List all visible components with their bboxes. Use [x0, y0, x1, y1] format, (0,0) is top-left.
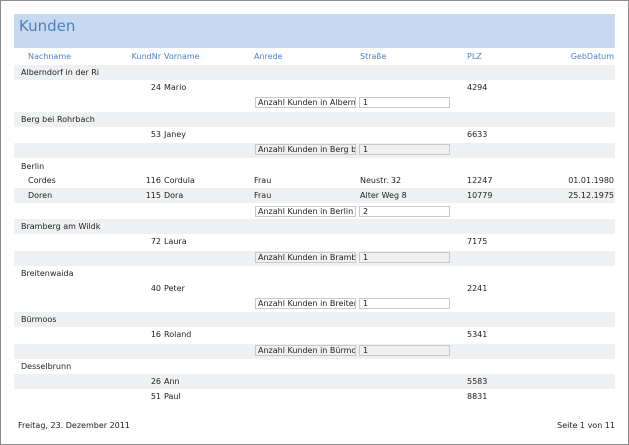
table-row: 53 Janey 6633 [14, 127, 615, 142]
cell-kundnr: 53 [150, 130, 161, 139]
cell-gebdatum: 01.01.1980 [568, 176, 614, 185]
col-header-strasse: Straße [360, 52, 387, 61]
group-summary-row: Anzahl Kunden in Berg bei Ro 1 [14, 143, 615, 158]
cell-nachname: Doren [28, 191, 53, 200]
summary-value: 1 [359, 252, 450, 263]
group-header-row: Bramberg am Wildk [14, 219, 615, 234]
cell-plz: 10779 [467, 191, 493, 200]
summary-label: Anzahl Kunden in Breitenwaid [255, 298, 356, 309]
group-ort: Bürmoos [21, 315, 57, 324]
group-header-row: Berlin [14, 159, 615, 174]
cell-plz: 8831 [467, 392, 488, 401]
group-ort: Breitenwaida [21, 269, 74, 278]
summary-label: Anzahl Kunden in Alberndorf i [255, 97, 356, 108]
cell-kundnr: 116 [145, 176, 161, 185]
footer-date: Freitag, 23. Dezember 2011 [18, 421, 130, 430]
cell-vorname: Paul [164, 392, 181, 401]
cell-plz: 5583 [467, 377, 488, 386]
cell-anrede: Frau [254, 176, 272, 185]
table-row: Cordes 116 Cordula Frau Neustr. 32 12247… [14, 173, 615, 188]
report-header: Kunden [14, 14, 615, 48]
cell-strasse: Alter Weg 8 [360, 191, 407, 200]
group-ort: Bramberg am Wildk [21, 222, 101, 231]
cell-kundnr: 51 [150, 392, 161, 401]
cell-vorname: Janey [164, 130, 186, 139]
col-header-gebdatum: GebDatum [570, 52, 614, 61]
cell-kundnr: 26 [150, 377, 161, 386]
cell-plz: 6633 [467, 130, 488, 139]
group-ort: Berg bei Rohrbach [21, 115, 95, 124]
group-header-row: Breitenwaida [14, 266, 615, 281]
report-page: Kunden Nachname KundNr Vorname Anrede St… [0, 0, 629, 445]
summary-value: 1 [359, 144, 450, 155]
cell-strasse: Neustr. 32 [360, 176, 402, 185]
col-header-vorname: Vorname [164, 52, 200, 61]
cell-kundnr: 40 [150, 284, 161, 293]
cell-kundnr: 24 [150, 83, 161, 92]
table-row: 51 Paul 8831 [14, 389, 615, 404]
cell-vorname: Roland [164, 330, 192, 339]
summary-label: Anzahl Kunden in Bürmoos [255, 345, 356, 356]
cell-vorname: Laura [164, 237, 187, 246]
cell-vorname: Ann [164, 377, 180, 386]
summary-value: 1 [359, 345, 450, 356]
group-header-row: Bürmoos [14, 312, 615, 327]
group-header-row: Alberndorf in der Ri [14, 65, 615, 80]
summary-value: 2 [359, 206, 450, 217]
summary-value: 1 [359, 298, 450, 309]
group-ort: Desselbrunn [21, 362, 72, 371]
group-header-row: Desselbrunn [14, 359, 615, 374]
cell-plz: 5341 [467, 330, 488, 339]
summary-value: 1 [359, 97, 450, 108]
table-row: 24 Mario 4294 [14, 80, 615, 95]
summary-label: Anzahl Kunden in Berlin [255, 206, 356, 217]
table-row: Doren 115 Dora Frau Alter Weg 8 10779 25… [14, 188, 615, 203]
group-summary-row: Anzahl Kunden in Bürmoos 1 [14, 344, 615, 359]
cell-plz: 2241 [467, 284, 488, 293]
col-header-nachname: Nachname [28, 52, 72, 61]
col-header-kundnr: KundNr [131, 52, 161, 61]
table-row: 26 Ann 5583 [14, 374, 615, 389]
cell-gebdatum: 25.12.1975 [568, 191, 614, 200]
cell-vorname: Dora [164, 191, 184, 200]
summary-label: Anzahl Kunden in Berg bei Ro [255, 144, 356, 155]
cell-kundnr: 72 [150, 237, 161, 246]
cell-kundnr: 16 [150, 330, 161, 339]
cell-vorname: Peter [164, 284, 185, 293]
group-summary-row: Anzahl Kunden in Breitenwaid 1 [14, 297, 615, 312]
col-header-plz: PLZ [467, 52, 482, 61]
cell-nachname: Cordes [28, 176, 56, 185]
cell-vorname: Mario [164, 83, 187, 92]
summary-label: Anzahl Kunden in Bramberg a [255, 252, 356, 263]
group-header-row: Berg bei Rohrbach [14, 112, 615, 127]
cell-anrede: Frau [254, 191, 272, 200]
table-row: 40 Peter 2241 [14, 281, 615, 296]
report-title: Kunden [19, 17, 76, 35]
group-summary-row: Anzahl Kunden in Alberndorf i 1 [14, 96, 615, 111]
group-ort: Berlin [21, 162, 45, 171]
cell-kundnr: 115 [145, 191, 161, 200]
cell-vorname: Cordula [164, 176, 195, 185]
footer-page-number: Seite 1 von 11 [557, 421, 615, 430]
group-ort: Alberndorf in der Ri [21, 68, 99, 77]
group-summary-row: Anzahl Kunden in Berlin 2 [14, 205, 615, 220]
table-row: 16 Roland 5341 [14, 327, 615, 342]
column-header-row: Nachname KundNr Vorname Anrede Straße PL… [1, 52, 629, 66]
cell-plz: 4294 [467, 83, 488, 92]
col-header-anrede: Anrede [254, 52, 283, 61]
cell-plz: 12247 [467, 176, 493, 185]
table-row: 72 Laura 7175 [14, 234, 615, 249]
cell-plz: 7175 [467, 237, 488, 246]
group-summary-row: Anzahl Kunden in Bramberg a 1 [14, 251, 615, 266]
